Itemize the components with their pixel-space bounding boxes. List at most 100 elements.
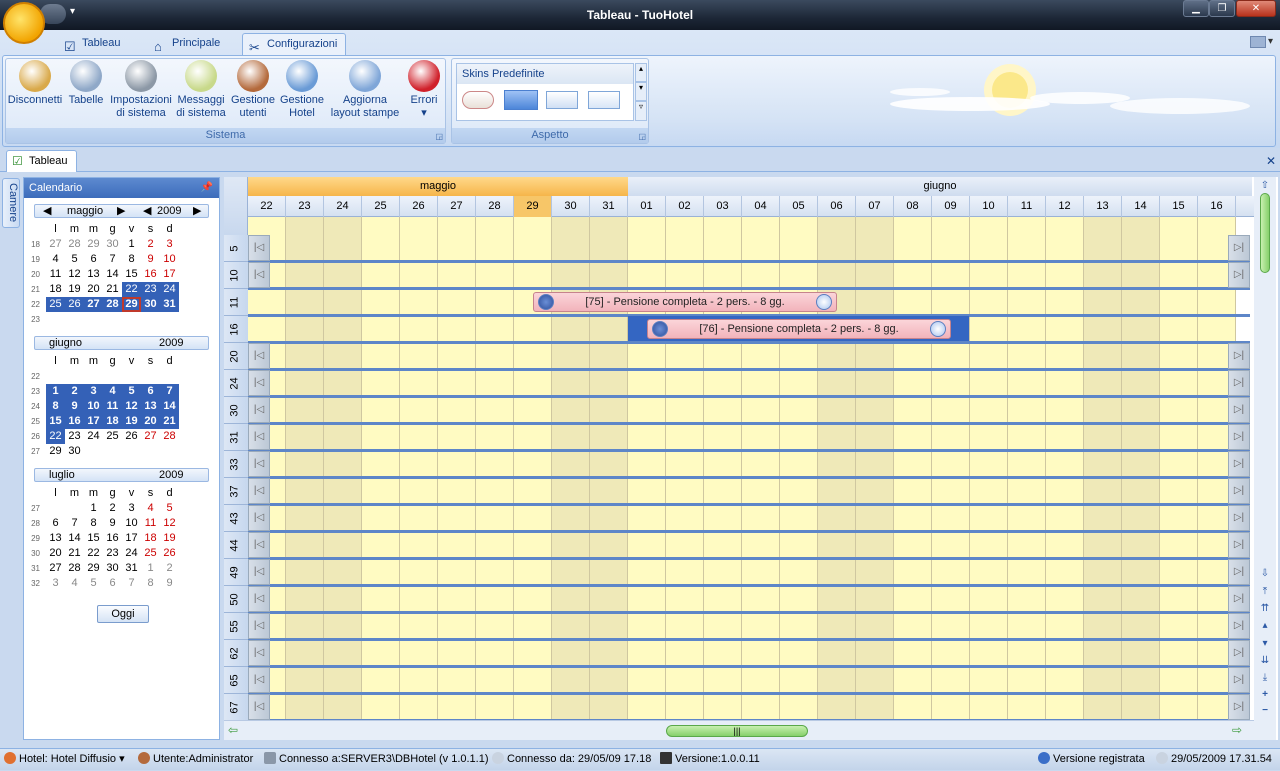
calendar-day[interactable]: 25 [103, 429, 122, 444]
calendar-day[interactable]: 18 [141, 531, 160, 546]
room-label[interactable]: 16 [224, 316, 248, 343]
next-year-icon[interactable]: ▶ [193, 205, 201, 217]
calendar-day[interactable]: 29 [122, 297, 141, 312]
calendar-day[interactable]: 17 [122, 531, 141, 546]
calendar-day[interactable]: 14 [103, 267, 122, 282]
room-label[interactable]: 11 [224, 289, 248, 316]
row-next-booking-icon[interactable]: ▷| [1228, 343, 1250, 369]
calendar-day[interactable]: 19 [160, 531, 179, 546]
row-prev-booking-icon[interactable]: |◁ [248, 505, 270, 531]
group-sistema-launcher-icon[interactable]: ◲ [435, 132, 443, 141]
calendar-day[interactable]: 15 [46, 414, 65, 429]
last-room-icon[interactable]: ⤓ [1258, 671, 1272, 685]
calendar-day[interactable]: 27 [84, 297, 103, 312]
day-header-cell[interactable]: 26 [400, 196, 438, 217]
day-header-cell[interactable]: 04 [742, 196, 780, 217]
calendar-day[interactable]: 19 [65, 282, 84, 297]
calendar-day[interactable]: 25 [46, 297, 65, 312]
day-header-cell[interactable]: 14 [1122, 196, 1160, 217]
day-header-cell[interactable]: 16 [1198, 196, 1236, 217]
day-header-cell[interactable]: 10 [970, 196, 1008, 217]
scroll-up-icon[interactable]: ⇧ [1258, 179, 1272, 193]
close-document-icon[interactable]: ✕ [1266, 154, 1276, 168]
calendar-day[interactable]: 13 [141, 399, 160, 414]
row-next-booking-icon[interactable]: ▷| [1228, 613, 1250, 639]
sistema-button-4[interactable]: Gestione utenti [230, 60, 276, 120]
pin-icon[interactable]: 📌 [201, 178, 213, 198]
room-label[interactable]: 37 [224, 478, 248, 505]
room-label[interactable]: 20 [224, 343, 248, 370]
calendar-day[interactable]: 13 [46, 531, 65, 546]
calendar-day[interactable]: 13 [84, 267, 103, 282]
row-next-booking-icon[interactable]: ▷| [1228, 478, 1250, 504]
horizontal-scroll-thumb[interactable]: ||| [666, 725, 808, 737]
status-hotel[interactable]: Hotel: Hotel Diffusio ▾ [4, 749, 125, 771]
calendar-day[interactable]: 29 [84, 237, 103, 252]
booking-grid[interactable]: |◁ ▷| |◁ ▷| |◁ ▷| |◁ ▷| |◁ ▷| |◁ ▷| |◁ ▷| |◁ ▷| |◁ ▷| |◁ ▷|… [248, 217, 1250, 720]
row-next-booking-icon[interactable]: ▷| [1228, 262, 1250, 288]
calendar-day[interactable]: 28 [65, 237, 84, 252]
skin-option-2[interactable] [504, 90, 538, 110]
calendar-day[interactable]: 12 [65, 267, 84, 282]
tab-principale[interactable]: ⌂ Principale [148, 33, 228, 55]
row-prev-booking-icon[interactable]: |◁ [248, 667, 270, 693]
room-label[interactable]: 55 [224, 613, 248, 640]
calendar-day[interactable]: 8 [46, 399, 65, 414]
sistema-button-5[interactable]: Gestione Hotel [278, 60, 326, 120]
calendar-day[interactable]: 18 [46, 282, 65, 297]
calendar-day[interactable]: 3 [160, 237, 179, 252]
day-header-cell[interactable]: 08 [894, 196, 932, 217]
calendar-day[interactable]: 11 [46, 267, 65, 282]
room-label[interactable]: 5 [224, 235, 248, 262]
calendar-day[interactable]: 9 [103, 516, 122, 531]
calendar-day[interactable]: 11 [103, 399, 122, 414]
day-header-cell[interactable]: 06 [818, 196, 856, 217]
row-next-booking-icon[interactable]: ▷| [1228, 397, 1250, 423]
calendar-day[interactable]: 4 [141, 501, 160, 516]
room-label[interactable]: 44 [224, 532, 248, 559]
close-button[interactable]: ✕ [1236, 0, 1276, 17]
calendar-day[interactable]: 31 [160, 297, 179, 312]
calendar-day[interactable]: 23 [141, 282, 160, 297]
calendar-day[interactable]: 9 [160, 576, 179, 591]
room-label[interactable]: 10 [224, 262, 248, 289]
calendar-day[interactable]: 18 [103, 414, 122, 429]
prev-month-icon[interactable]: ◀ [43, 205, 51, 217]
calendar-day[interactable]: 10 [122, 516, 141, 531]
row-prev-booking-icon[interactable]: |◁ [248, 640, 270, 666]
calendar-day[interactable]: 2 [65, 384, 84, 399]
gallery-more-icon[interactable]: ▿ [635, 101, 647, 121]
vertical-scrollbar[interactable]: ⇧ ⇩ ⤒ ⇈ ▴ ▾ ⇊ ⤓ + − [1254, 177, 1276, 740]
sistema-button-6[interactable]: Aggiorna layout stampe [330, 60, 400, 120]
calendar-day[interactable]: 3 [46, 576, 65, 591]
calendar-day[interactable]: 30 [103, 237, 122, 252]
row-prev-booking-icon[interactable]: |◁ [248, 262, 270, 288]
calendar-day[interactable]: 17 [160, 267, 179, 282]
calendar-day[interactable]: 20 [46, 546, 65, 561]
day-header-cell[interactable]: 30 [552, 196, 590, 217]
row-next-booking-icon[interactable]: ▷| [1228, 586, 1250, 612]
calendar-day[interactable]: 4 [46, 252, 65, 267]
calendar-day[interactable]: 5 [160, 501, 179, 516]
calendar-day[interactable]: 28 [103, 297, 122, 312]
day-header-cell[interactable]: 11 [1008, 196, 1046, 217]
calendar-day[interactable]: 4 [65, 576, 84, 591]
sistema-button-1[interactable]: Tabelle [66, 60, 106, 107]
skin-option-1[interactable] [462, 91, 494, 109]
room-label[interactable]: 49 [224, 559, 248, 586]
calendar-day[interactable]: 16 [65, 414, 84, 429]
calendar-day[interactable]: 15 [84, 531, 103, 546]
calendar-day[interactable]: 11 [141, 516, 160, 531]
calendar-day[interactable]: 29 [46, 444, 65, 459]
day-header-cell[interactable]: 27 [438, 196, 476, 217]
calendar-day[interactable]: 26 [160, 546, 179, 561]
day-header-cell[interactable]: 28 [476, 196, 514, 217]
zoom-out-icon[interactable]: − [1258, 704, 1272, 718]
gallery-up-icon[interactable]: ▴ [635, 63, 647, 82]
calendar-day[interactable]: 6 [103, 576, 122, 591]
calendar-day[interactable]: 3 [84, 384, 103, 399]
row-next-booking-icon[interactable]: ▷| [1228, 505, 1250, 531]
vertical-scroll-thumb[interactable] [1260, 193, 1270, 273]
calendar-day[interactable]: 7 [122, 576, 141, 591]
calendar-day[interactable]: 20 [84, 282, 103, 297]
